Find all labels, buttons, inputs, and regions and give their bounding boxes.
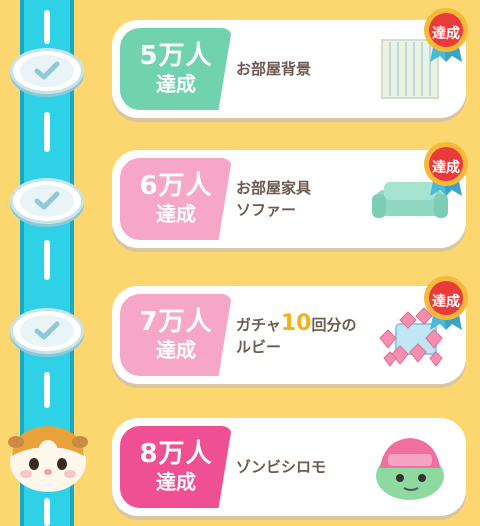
reward-line-1: ゾンビシロモ	[236, 458, 327, 476]
milestone-card-60k: 6万人 達成 お部屋家具 ソファー	[112, 150, 466, 248]
milestone-card-50k: 5万人 達成 お部屋背景	[112, 20, 466, 118]
check-node-3	[10, 308, 84, 354]
milestone-badge: 6万人 達成	[120, 158, 232, 240]
road-dash	[44, 240, 50, 280]
road-dash	[44, 112, 50, 152]
medal-label: 達成	[432, 26, 460, 42]
zombie-shiromo-icon	[376, 438, 444, 500]
check-node-2	[10, 178, 84, 224]
reward-line-2: ルビー	[236, 337, 282, 356]
milestone-number: 5万人	[139, 41, 213, 71]
milestone-achieved: 達成	[156, 470, 196, 494]
road-dash	[44, 372, 50, 408]
reward-text: お部屋背景	[236, 20, 311, 118]
milestone-badge: 5万人 達成	[120, 28, 232, 110]
reward-text: お部屋家具 ソファー	[236, 150, 311, 248]
milestone-number: 6万人	[139, 171, 213, 201]
milestone-badge: 8万人 達成	[120, 426, 232, 508]
reward-line-2: ソファー	[236, 201, 297, 219]
achievement-medal-3: 達成	[418, 274, 474, 330]
milestone-number: 7万人	[139, 307, 213, 337]
milestone-card-80k: 8万人 達成 ゾンビシロモ	[112, 418, 466, 516]
milestone-achieved: 達成	[156, 202, 196, 226]
achievement-medal-1: 達成	[418, 6, 474, 62]
milestone-achieved: 達成	[156, 72, 196, 96]
check-icon	[34, 61, 60, 80]
milestone-achieved: 達成	[156, 338, 196, 362]
reward-line-1: お部屋背景	[236, 60, 312, 78]
guinea-pig-mascot-icon	[8, 426, 88, 492]
check-icon	[34, 321, 60, 340]
achievement-medal-2: 達成	[418, 140, 474, 196]
check-icon	[34, 191, 60, 210]
milestone-card-70k: 7万人 達成 ガチャ10回分の ルビー	[112, 286, 466, 384]
check-node-1	[10, 48, 84, 94]
milestone-number: 8万人	[139, 439, 213, 469]
road-dash	[44, 10, 50, 44]
reward-text: ガチャ10回分の ルビー	[236, 286, 357, 384]
medal-label: 達成	[432, 294, 460, 310]
road-dash	[44, 498, 50, 526]
medal-label: 達成	[432, 160, 460, 176]
milestone-badge: 7万人 達成	[120, 294, 232, 376]
reward-line-1: ガチャ10回分の	[236, 310, 357, 336]
reward-line-1: お部屋家具	[236, 179, 312, 197]
reward-text: ゾンビシロモ	[236, 418, 326, 516]
